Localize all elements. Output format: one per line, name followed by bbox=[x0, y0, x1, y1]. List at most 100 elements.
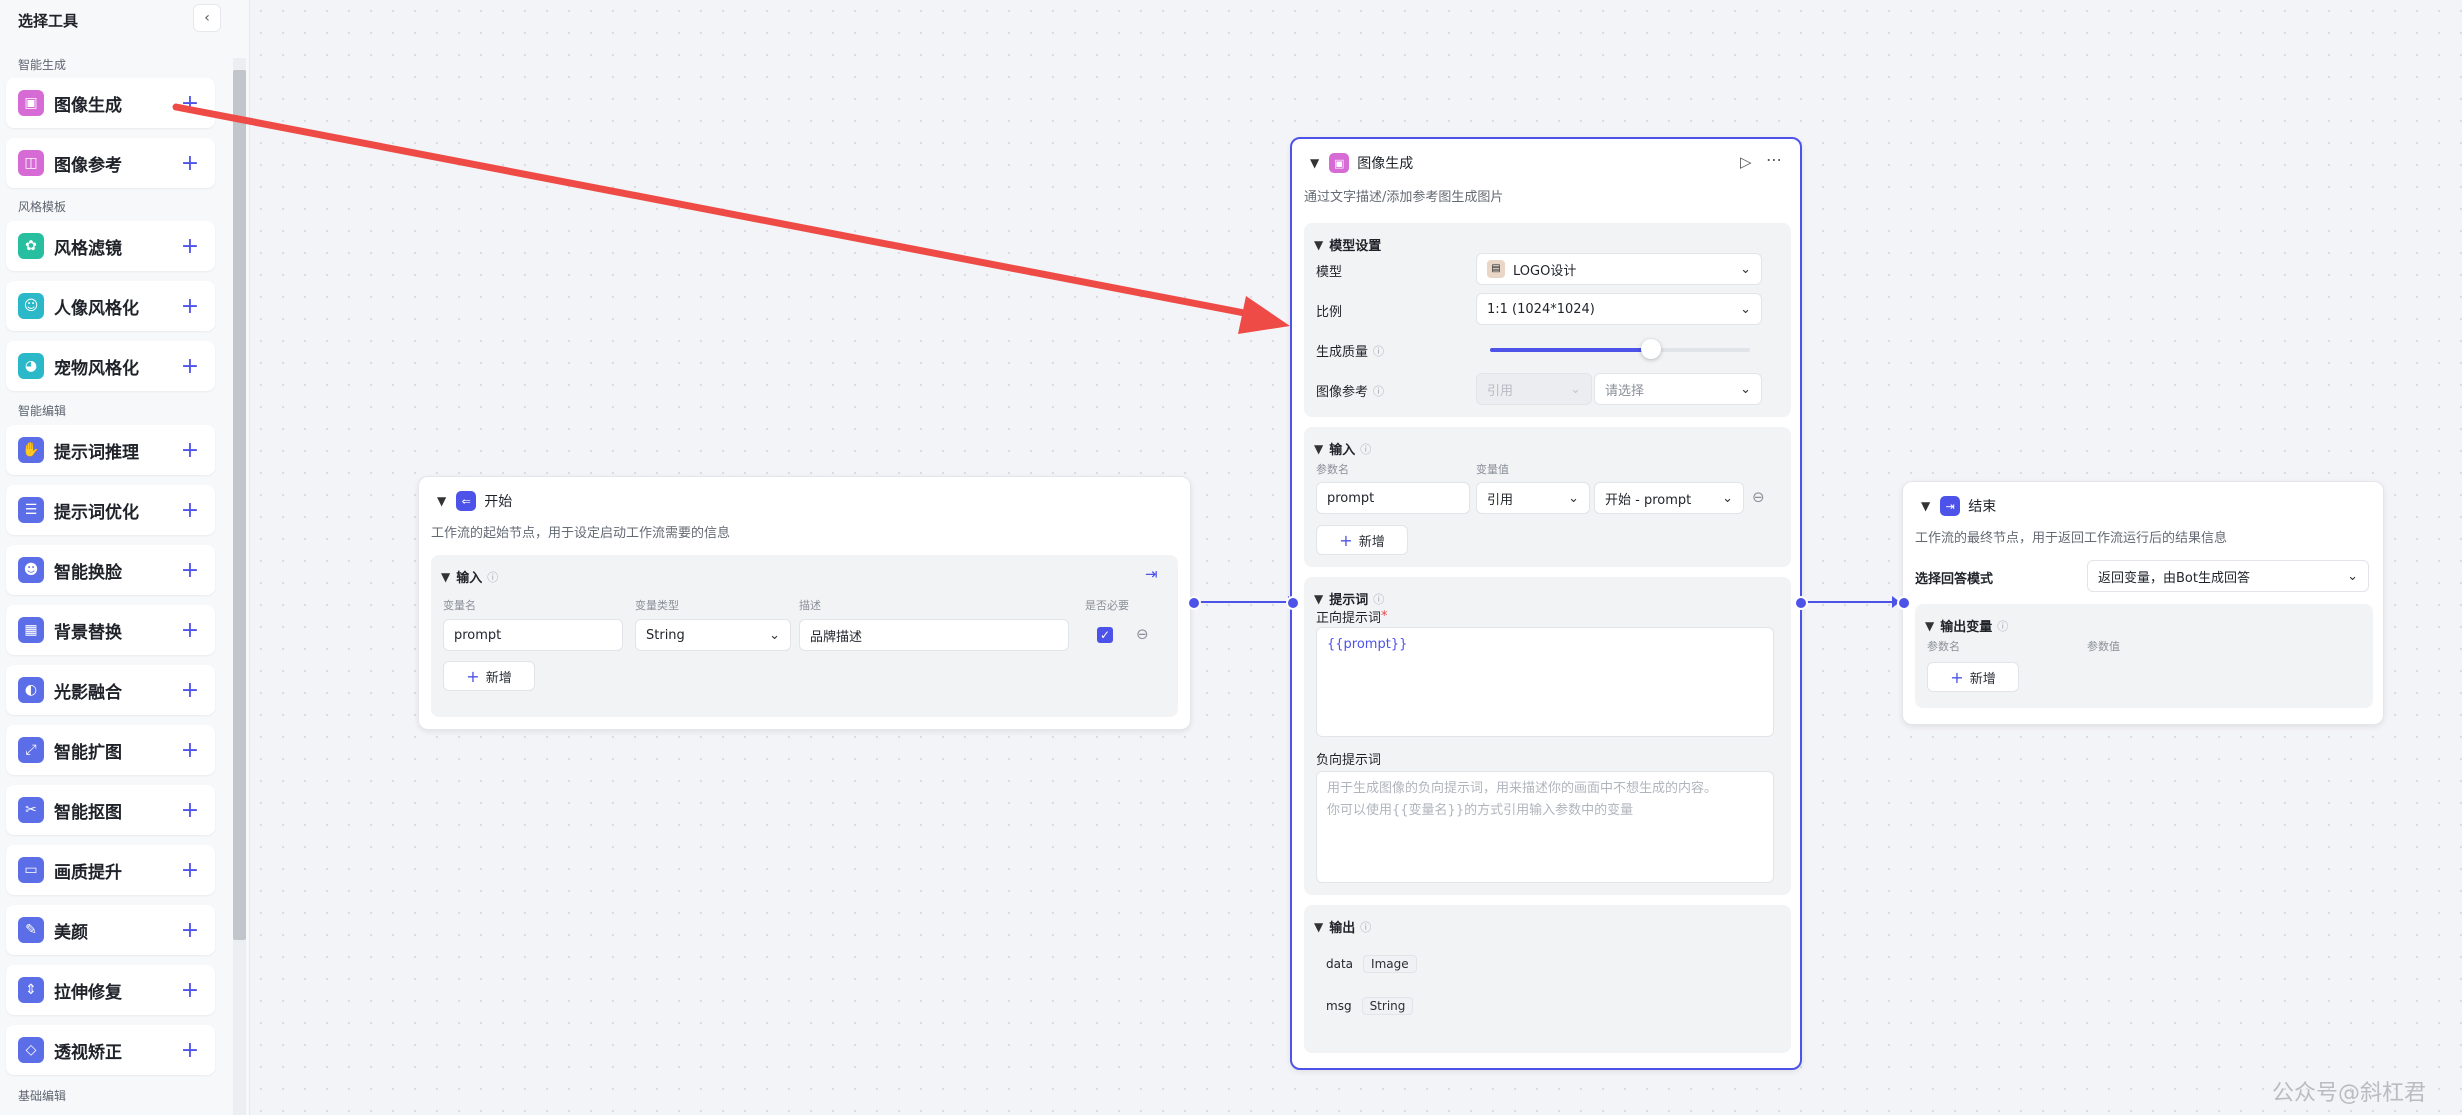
panel-title: 输入 bbox=[456, 571, 483, 586]
field-value: 开始 - prompt bbox=[1605, 492, 1692, 508]
end-output-panel: ▼ 输出变量 ⓘ 参数名 参数值 + 新增 bbox=[1915, 604, 2373, 708]
field-value: 1:1 (1024*1024) bbox=[1487, 301, 1595, 317]
import-icon[interactable]: ⇥ bbox=[1145, 565, 1158, 583]
field-value: {{prompt}} bbox=[1327, 637, 1408, 652]
type-badge: Image bbox=[1363, 955, 1417, 973]
model-thumbnail-icon: ▤ bbox=[1487, 260, 1505, 278]
plus-icon: + bbox=[466, 666, 480, 686]
panel-title: 输出变量 bbox=[1940, 620, 1993, 635]
quality-slider-fill bbox=[1490, 348, 1652, 352]
negative-prompt-input[interactable]: 用于生成图像的负向提示词，用来描述你的画面中不想生成的内容。 你可以使用{{变量… bbox=[1316, 771, 1774, 883]
info-icon: ⓘ bbox=[1997, 619, 2009, 633]
output-row: msg String bbox=[1326, 997, 1414, 1015]
chevron-down-icon[interactable]: ▼ bbox=[441, 570, 450, 584]
chevron-down-icon: ⌄ bbox=[1740, 261, 1751, 277]
more-icon[interactable]: ⋯ bbox=[1766, 150, 1782, 169]
field-value: 品牌描述 bbox=[810, 629, 863, 645]
quality-slider[interactable] bbox=[1490, 339, 1750, 359]
button-label: 新增 bbox=[1969, 671, 1996, 687]
negative-prompt-label: 负向提示词 bbox=[1316, 753, 1382, 768]
image-generation-node[interactable]: ▼ ▣ 图像生成 ▷ ⋯ 通过文字描述/添加参考图生成图片 ▼ 模型设置 模型 … bbox=[1290, 137, 1802, 1070]
panel-title: 输入 bbox=[1329, 443, 1356, 458]
node-description: 工作流的起始节点，用于设定启动工作流需要的信息 bbox=[431, 526, 731, 541]
annotation-arrowhead bbox=[1238, 296, 1290, 334]
field-placeholder: 请选择 bbox=[1605, 383, 1645, 399]
image-input-port[interactable] bbox=[1286, 596, 1300, 610]
answer-mode-label: 选择回答模式 bbox=[1915, 572, 1994, 587]
button-label: 新增 bbox=[1358, 534, 1385, 550]
add-param-button[interactable]: + 新增 bbox=[1316, 525, 1408, 555]
start-output-port[interactable] bbox=[1187, 596, 1201, 610]
chevron-down-icon[interactable]: ▼ bbox=[1314, 920, 1323, 934]
chevron-down-icon[interactable]: ▼ bbox=[1314, 238, 1323, 252]
required-mark: * bbox=[1381, 609, 1388, 624]
node-title: 结束 bbox=[1968, 499, 1997, 515]
info-icon: ⓘ bbox=[1373, 344, 1385, 358]
field-value: LOGO设计 bbox=[1513, 263, 1577, 279]
positive-prompt-input[interactable]: {{prompt}} bbox=[1316, 627, 1774, 737]
output-name: data bbox=[1326, 957, 1354, 971]
chevron-down-icon: ⌄ bbox=[1568, 490, 1579, 506]
column-header: 变量值 bbox=[1476, 463, 1509, 476]
node-description: 通过文字描述/添加参考图生成图片 bbox=[1304, 190, 1504, 205]
type-badge: String bbox=[1361, 997, 1414, 1015]
field-value: String bbox=[646, 627, 685, 643]
quality-label: 生成质量 bbox=[1316, 345, 1369, 360]
chevron-down-icon: ⌄ bbox=[1570, 381, 1581, 397]
info-icon: ⓘ bbox=[1373, 592, 1385, 606]
positive-prompt-label: 正向提示词 bbox=[1316, 611, 1382, 626]
param-ref-select[interactable]: 开始 - prompt ⌄ bbox=[1594, 482, 1744, 514]
column-header: 是否必要 bbox=[1085, 599, 1129, 612]
node-title: 开始 bbox=[484, 494, 513, 510]
var-name-input[interactable]: prompt bbox=[443, 619, 623, 651]
start-input-panel: ▼ 输入 ⓘ ⇥ 变量名 变量类型 描述 是否必要 prompt String ⌄… bbox=[431, 555, 1178, 717]
param-mode-select[interactable]: 引用 ⌄ bbox=[1476, 482, 1590, 514]
var-type-select[interactable]: String ⌄ bbox=[635, 619, 791, 651]
info-icon: ⓘ bbox=[1360, 442, 1372, 456]
chevron-down-icon[interactable]: ▼ bbox=[1921, 499, 1930, 513]
end-input-port[interactable] bbox=[1897, 596, 1911, 610]
remove-icon[interactable]: ⊖ bbox=[1752, 488, 1765, 506]
column-header: 描述 bbox=[799, 599, 821, 612]
model-label: 模型 bbox=[1316, 265, 1343, 280]
ref-value-select[interactable]: 请选择 ⌄ bbox=[1594, 373, 1762, 405]
end-icon: ⇥ bbox=[1940, 496, 1961, 516]
image-reference-label: 图像参考 bbox=[1316, 385, 1369, 400]
end-node[interactable]: ▼ ⇥ 结束 工作流的最终节点，用于返回工作流运行后的结果信息 选择回答模式 返… bbox=[1902, 481, 2384, 725]
chevron-down-icon[interactable]: ▼ bbox=[1314, 442, 1323, 456]
ref-mode-select: 引用 ⌄ bbox=[1476, 373, 1592, 405]
add-variable-button[interactable]: + 新增 bbox=[443, 661, 535, 691]
plus-icon: + bbox=[1339, 530, 1353, 550]
var-desc-input[interactable]: 品牌描述 bbox=[799, 619, 1069, 651]
model-select[interactable]: ▤ LOGO设计 ⌄ bbox=[1476, 253, 1762, 285]
chevron-down-icon[interactable]: ▼ bbox=[1925, 619, 1934, 633]
field-value: 引用 bbox=[1487, 492, 1514, 508]
chevron-down-icon[interactable]: ▼ bbox=[1314, 592, 1323, 606]
ratio-label: 比例 bbox=[1316, 305, 1343, 320]
chevron-down-icon[interactable]: ▼ bbox=[437, 494, 446, 508]
chevron-down-icon[interactable]: ▼ bbox=[1310, 156, 1319, 170]
image-input-panel: ▼ 输入 ⓘ 参数名 变量值 prompt 引用 ⌄ 开始 - prompt ⌄ ⊖… bbox=[1304, 427, 1791, 567]
panel-title: 模型设置 bbox=[1329, 239, 1382, 254]
column-header: 变量类型 bbox=[635, 599, 679, 612]
required-checkbox[interactable]: ✓ bbox=[1097, 627, 1113, 643]
chevron-down-icon: ⌄ bbox=[1740, 301, 1751, 317]
quality-slider-handle[interactable] bbox=[1641, 339, 1662, 359]
image-output-panel: ▼ 输出 ⓘ data Image msg String bbox=[1304, 905, 1791, 1053]
column-header: 参数值 bbox=[2087, 640, 2120, 653]
remove-icon[interactable]: ⊖ bbox=[1136, 625, 1149, 643]
image-output-port[interactable] bbox=[1794, 596, 1808, 610]
field-value: 引用 bbox=[1487, 383, 1514, 399]
chevron-down-icon: ⌄ bbox=[1740, 381, 1751, 397]
start-node[interactable]: ▼ ⇐ 开始 工作流的起始节点，用于设定启动工作流需要的信息 ▼ 输入 ⓘ ⇥ … bbox=[418, 476, 1191, 730]
answer-mode-select[interactable]: 返回变量，由Bot生成回答 ⌄ bbox=[2087, 560, 2369, 592]
param-name-input[interactable]: prompt bbox=[1316, 482, 1470, 514]
button-label: 新增 bbox=[485, 670, 512, 686]
placeholder-line: 用于生成图像的负向提示词，用来描述你的画面中不想生成的内容。 bbox=[1327, 781, 1718, 796]
ratio-select[interactable]: 1:1 (1024*1024) ⌄ bbox=[1476, 293, 1762, 325]
run-icon[interactable]: ▷ bbox=[1740, 153, 1752, 171]
column-header: 变量名 bbox=[443, 599, 476, 612]
add-output-button[interactable]: + 新增 bbox=[1927, 662, 2019, 692]
chevron-down-icon: ⌄ bbox=[2347, 568, 2358, 584]
field-value: prompt bbox=[454, 627, 502, 643]
